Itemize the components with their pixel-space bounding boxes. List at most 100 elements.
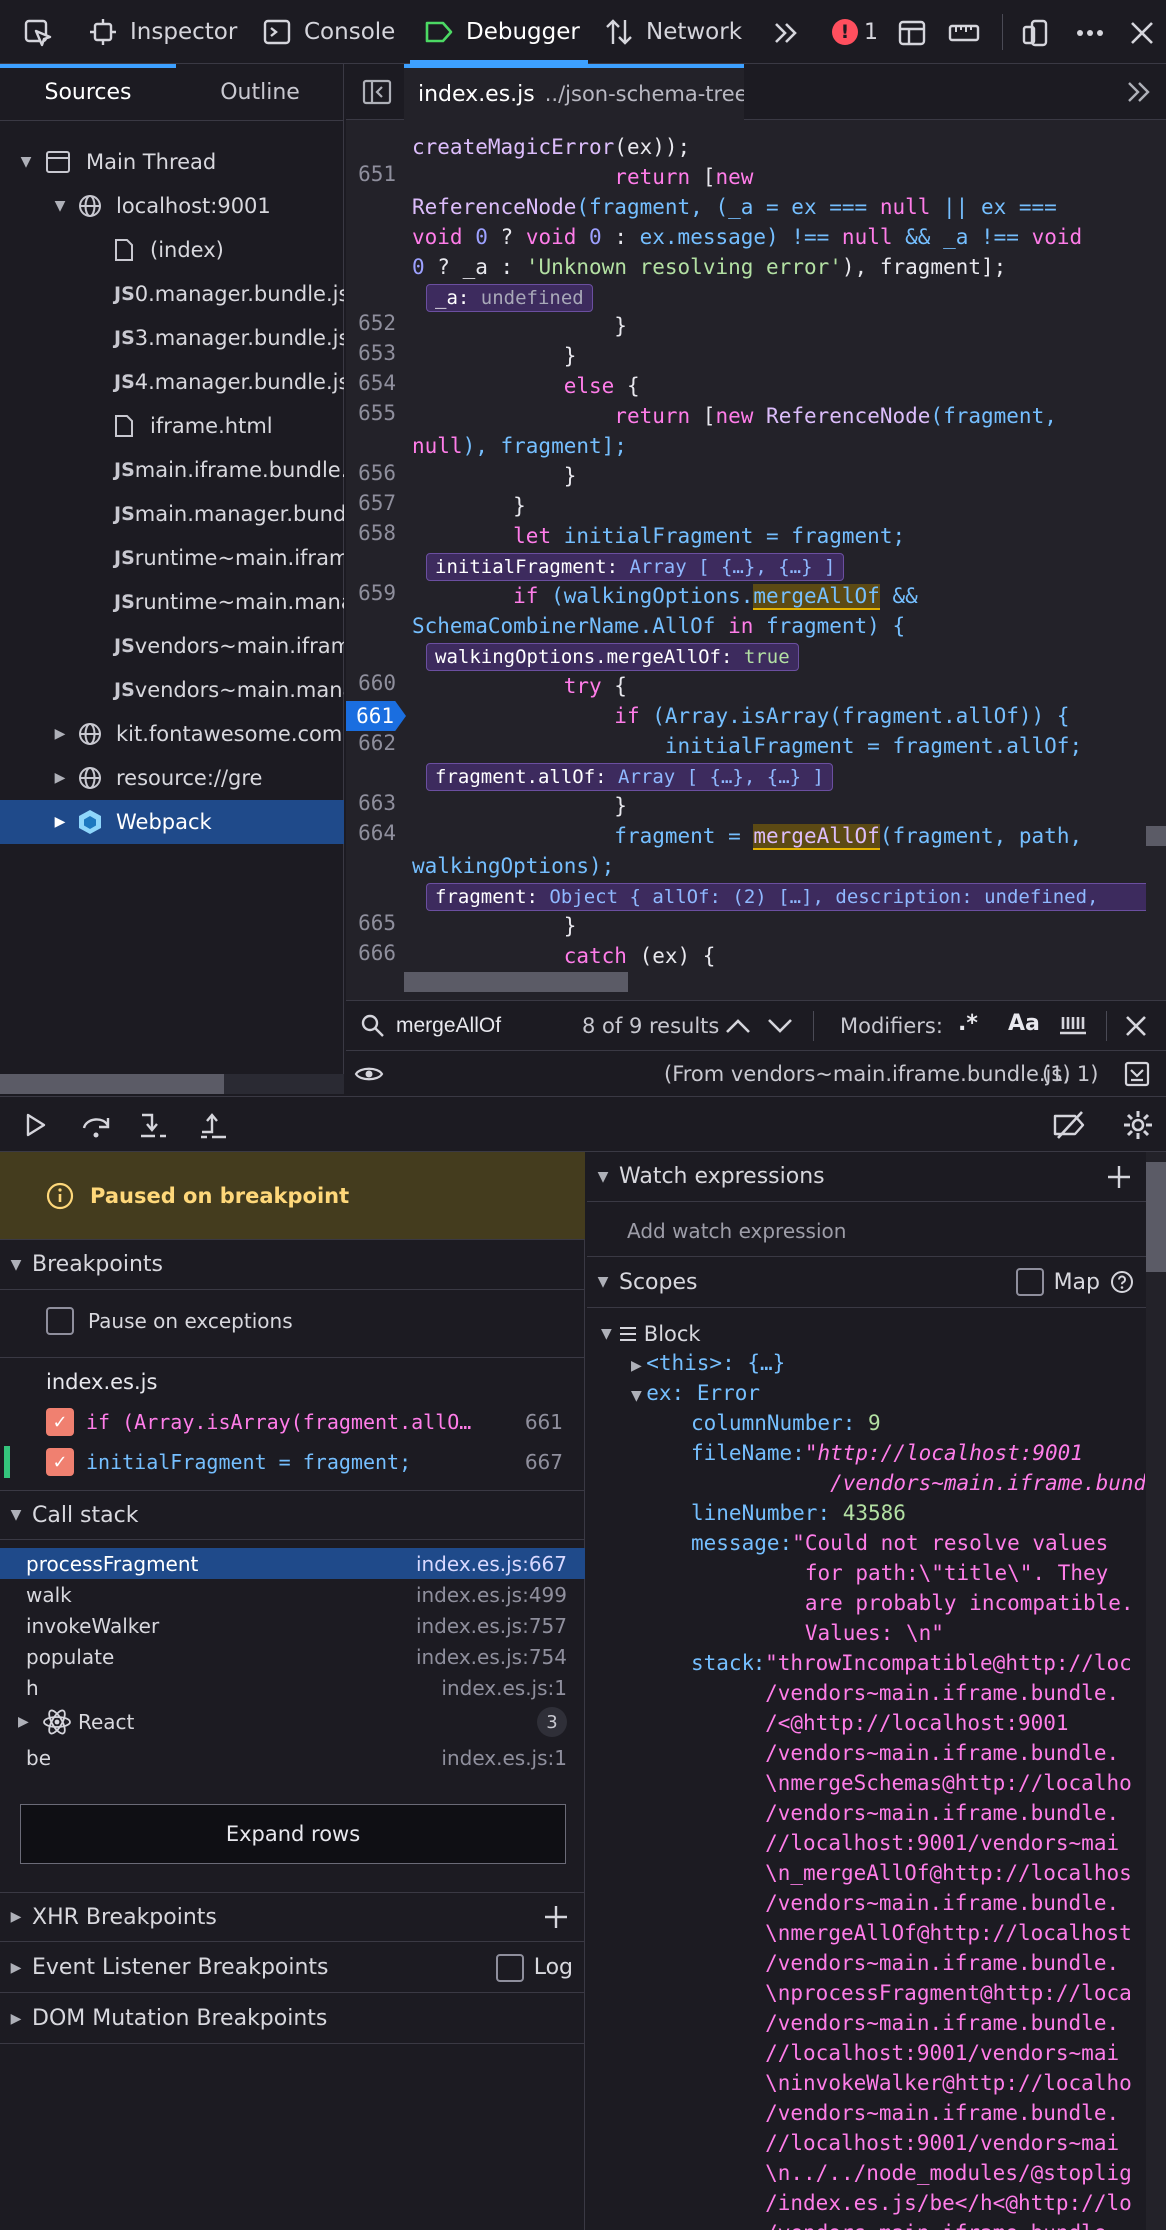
line-number[interactable]: 659 <box>346 581 396 605</box>
inline-preview[interactable]: walkingOptions.mergeAllOf: true <box>426 643 799 671</box>
line-number[interactable]: 651 <box>346 162 396 186</box>
breakpoint-marker-current[interactable]: 661 <box>346 701 406 731</box>
toggle-secondary-pane-icon[interactable] <box>1124 78 1154 106</box>
scope-var-this[interactable]: ▶ <this>: {…} <box>631 1348 785 1381</box>
element-picker-icon[interactable] <box>22 17 54 49</box>
add-watch-icon[interactable] <box>1106 1164 1132 1190</box>
editor-tab-active[interactable]: index.es.js ../json-schema-tree/.. <box>404 64 744 120</box>
tree-item-js-file[interactable]: JS main.iframe.bundle.js <box>0 448 344 492</box>
debugger-settings-gear-icon[interactable] <box>1122 1109 1154 1141</box>
toggle-sources-icon[interactable] <box>362 78 392 106</box>
tree-item-js-file[interactable]: JS vendors~main.iframe.bundle.js <box>0 624 344 668</box>
event-listener-breakpoints-header[interactable]: ▶ Event Listener Breakpoints Log <box>0 1943 585 1993</box>
tree-item-js-file[interactable]: JS runtime~main.iframe.bundle.js <box>0 536 344 580</box>
breakpoint-checkbox[interactable]: ✓ <box>46 1448 74 1476</box>
deactivate-breakpoints-icon[interactable] <box>1052 1110 1088 1140</box>
tree-item-js-file[interactable]: JS 3.manager.bundle.js <box>0 316 344 360</box>
regex-toggle[interactable]: .* <box>958 1011 978 1036</box>
more-tabs-icon[interactable] <box>770 17 802 49</box>
dom-mutation-breakpoints-header[interactable]: ▶ DOM Mutation Breakpoints <box>0 1994 585 2044</box>
horizontal-scrollbar[interactable] <box>0 1074 344 1094</box>
tree-item-js-file[interactable]: JS runtime~main.manager.bundle.js <box>0 580 344 624</box>
call-stack-frame[interactable]: be index.es.js:1 <box>0 1742 585 1773</box>
scope-prop-column[interactable]: columnNumber: 9 <box>691 1408 881 1438</box>
tree-item-js-file[interactable]: JS 4.manager.bundle.js <box>0 360 344 404</box>
call-stack-header[interactable]: ▼ Call stack <box>0 1490 585 1540</box>
breakpoint-item[interactable]: ✓ if (Array.isArray(fragment.allO… 661 <box>0 1402 585 1442</box>
tab-debugger[interactable]: Debugger <box>410 0 588 64</box>
line-number[interactable]: 655 <box>346 401 396 425</box>
scope-prop-filename[interactable]: fileName: "http://localhost:9001 /vendor… <box>691 1438 1146 1498</box>
tree-item-iframe-html[interactable]: iframe.html <box>0 404 344 448</box>
step-over-icon[interactable] <box>80 1110 112 1140</box>
close-devtools-icon[interactable] <box>1126 17 1158 49</box>
line-number[interactable]: 664 <box>346 821 396 845</box>
scope-prop-line[interactable]: lineNumber: 43586 <box>691 1498 906 1528</box>
scopes-vertical-scrollbar[interactable] <box>1146 1152 1166 2230</box>
scrollbar-thumb[interactable] <box>0 1074 224 1094</box>
search-input[interactable] <box>396 1009 566 1043</box>
tab-sources[interactable]: Sources <box>0 64 176 120</box>
tree-item-localhost[interactable]: ▼ localhost:9001 <box>0 184 344 228</box>
tree-item-webpack[interactable]: ▶ Webpack <box>0 800 344 844</box>
tree-item-fontawesome[interactable]: ▶ kit.fontawesome.com <box>0 712 344 756</box>
ruler-icon[interactable] <box>948 17 980 49</box>
scrollbar-thumb[interactable] <box>1146 826 1166 846</box>
previous-result-icon[interactable] <box>724 1013 752 1039</box>
scrollbar-thumb[interactable] <box>404 972 628 992</box>
editor-vertical-scrollbar[interactable] <box>1146 120 1166 980</box>
call-stack-frame[interactable]: walk index.es.js:499 <box>0 1579 585 1610</box>
breakpoint-file-name[interactable]: index.es.js <box>46 1370 157 1394</box>
map-scopes-toggle[interactable]: Map <box>1015 1268 1134 1296</box>
breakpoints-header[interactable]: ▼ Breakpoints <box>0 1240 585 1290</box>
scope-block[interactable]: ▼ Block <box>601 1322 701 1346</box>
line-number[interactable]: 654 <box>346 371 396 395</box>
line-number[interactable]: 657 <box>346 491 396 515</box>
editor-horizontal-scrollbar[interactable] <box>346 970 1146 994</box>
help-icon[interactable] <box>1110 1270 1134 1294</box>
expand-rows-button[interactable]: Expand rows <box>20 1804 566 1864</box>
add-watch-expression-input[interactable]: Add watch expression <box>627 1219 846 1243</box>
original-source-link[interactable]: (From vendors~main.iframe.bundle.js) <box>664 1062 1071 1086</box>
scope-var-ex[interactable]: ▼ ex: Error <box>631 1378 760 1411</box>
tree-item-resource-gre[interactable]: ▶ resource://gre <box>0 756 344 800</box>
source-map-toggle-icon[interactable] <box>1124 1061 1150 1087</box>
error-count-badge[interactable]: ! 1 <box>832 19 878 45</box>
line-number[interactable]: 662 <box>346 731 396 755</box>
inline-preview[interactable]: _a: undefined <box>426 284 593 312</box>
step-out-icon[interactable] <box>198 1110 230 1140</box>
responsive-design-icon[interactable] <box>1020 17 1052 49</box>
close-search-icon[interactable] <box>1124 1014 1148 1038</box>
tree-item-js-file[interactable]: JS vendors~main.manager.bundle.js <box>0 668 344 712</box>
tab-console[interactable]: Console <box>262 0 395 64</box>
breakpoint-checkbox[interactable]: ✓ <box>46 1408 74 1436</box>
scope-prop-stack[interactable]: stack: "throwIncompatible@http://loc /ve… <box>691 1648 1146 2230</box>
inline-preview[interactable]: fragment.allOf: Array [ {…}, {…} ] <box>426 763 833 791</box>
scope-prop-message[interactable]: message: "Could not resolve values for p… <box>691 1528 1146 1648</box>
tab-inspector[interactable]: Inspector <box>88 0 237 64</box>
tree-item-js-file[interactable]: JS 0.manager.bundle.js <box>0 272 344 316</box>
add-xhr-breakpoint-icon[interactable] <box>543 1904 569 1930</box>
more-options-icon[interactable] <box>1074 17 1106 49</box>
line-number[interactable]: 666 <box>346 941 396 965</box>
line-number[interactable]: 653 <box>346 341 396 365</box>
case-sensitive-toggle[interactable]: Aa <box>1008 1011 1040 1036</box>
next-result-icon[interactable] <box>766 1013 794 1039</box>
call-stack-frame[interactable]: invokeWalker index.es.js:757 <box>0 1610 585 1641</box>
line-number[interactable]: 656 <box>346 461 396 485</box>
line-number[interactable]: 665 <box>346 911 396 935</box>
whole-word-icon[interactable] <box>1058 1013 1088 1039</box>
inline-preview[interactable]: initialFragment: Array [ {…}, {…} ] <box>426 553 845 581</box>
line-number[interactable]: 652 <box>346 311 396 335</box>
call-stack-frame[interactable]: h index.es.js:1 <box>0 1672 585 1703</box>
line-number[interactable]: 658 <box>346 521 396 545</box>
breakpoint-item[interactable]: ✓ initialFragment = fragment; 667 <box>0 1442 585 1482</box>
call-stack-group-react[interactable]: ▶ React 3 <box>0 1704 585 1740</box>
tab-outline[interactable]: Outline <box>176 64 344 120</box>
xhr-breakpoints-header[interactable]: ▶ XHR Breakpoints <box>0 1892 585 1942</box>
tab-network[interactable]: Network <box>604 0 742 64</box>
inline-preview[interactable]: fragment: Object { allOf: (2) […], descr… <box>426 883 1146 911</box>
call-stack-frame[interactable]: populate index.es.js:754 <box>0 1641 585 1672</box>
split-console-icon[interactable] <box>896 17 928 49</box>
code-area[interactable]: 651 652 653 654 655 656 657 658 659 660 … <box>346 120 1146 980</box>
